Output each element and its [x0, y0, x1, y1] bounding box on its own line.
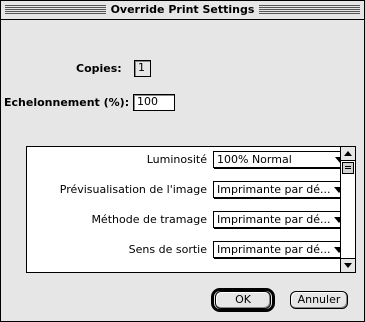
copies-field[interactable]: 1 [134, 60, 151, 77]
previsualisation-popup[interactable]: Imprimante par dé... [213, 181, 350, 198]
copies-label: Copies: [76, 62, 122, 75]
popup-value: Imprimante par dé... [217, 183, 331, 196]
setting-row-tramage: Méthode de tramage Imprimante par dé... [27, 210, 350, 230]
arrow-up-icon [344, 151, 352, 156]
setting-label: Méthode de tramage [91, 213, 207, 226]
grip-icon [345, 166, 351, 170]
tramage-popup[interactable]: Imprimante par dé... [213, 211, 350, 228]
popup-value: 100% Normal [217, 153, 292, 166]
scroll-up-button[interactable] [341, 147, 355, 161]
ok-button[interactable]: OK [215, 291, 271, 309]
settings-list: Luminosité 100% Normal Prévisualisation … [26, 146, 356, 273]
scroll-down-button[interactable] [341, 258, 355, 272]
title-bar[interactable]: Override Print Settings [1, 1, 364, 20]
scaling-field[interactable]: 100 [133, 94, 175, 111]
setting-label: Prévisualisation de l'image [59, 183, 207, 196]
setting-label: Sens de sortie [128, 243, 207, 256]
vertical-scrollbar[interactable] [340, 147, 355, 272]
arrow-down-icon [344, 263, 352, 268]
setting-row-sens-de-sortie: Sens de sortie Imprimante par dé... [27, 240, 350, 260]
scaling-label: Echelonnement (%): [4, 96, 130, 109]
setting-row-previsualisation: Prévisualisation de l'image Imprimante p… [27, 180, 350, 200]
popup-value: Imprimante par dé... [217, 243, 331, 256]
luminosite-popup[interactable]: 100% Normal [213, 151, 353, 168]
setting-label: Luminosité [146, 153, 207, 166]
popup-value: Imprimante par dé... [217, 213, 331, 226]
scroll-thumb[interactable] [342, 162, 354, 174]
dialog-title: Override Print Settings [105, 3, 260, 16]
cancel-button[interactable]: Annuler [290, 291, 348, 309]
sens-de-sortie-popup[interactable]: Imprimante par dé... [213, 241, 350, 258]
setting-row-luminosite: Luminosité 100% Normal [27, 150, 353, 170]
override-print-settings-dialog: Override Print Settings Copies: 1 Echelo… [0, 0, 365, 322]
